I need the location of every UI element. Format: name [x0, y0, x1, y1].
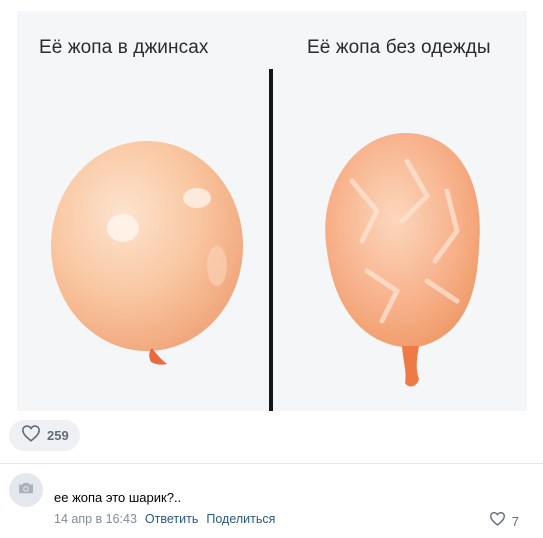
caption-right: Её жопа без одежды: [307, 37, 491, 58]
comments-divider: [0, 463, 543, 464]
crumpled-balloon: [325, 132, 480, 387]
comment-text: ее жопа это шарик?..: [54, 490, 182, 505]
comment-meta: 14 апр в 16:43 Ответить Поделиться: [54, 512, 275, 526]
image-divider: [269, 69, 273, 411]
camera-icon: [17, 481, 35, 500]
share-link[interactable]: Поделиться: [206, 512, 275, 526]
heart-outline-icon: [21, 424, 41, 447]
heart-outline-icon: [489, 511, 506, 531]
comment-like-count: 7: [511, 513, 519, 529]
reply-link[interactable]: Ответить: [145, 512, 198, 526]
comment-date[interactable]: 14 апр в 16:43: [54, 512, 137, 526]
post-image[interactable]: Её жопа в джинсах Её жопа без одежды: [17, 11, 527, 411]
post-like-button[interactable]: 259: [9, 420, 80, 451]
caption-left: Её жопа в джинсах: [39, 37, 209, 58]
glossy-balloon: [51, 141, 243, 365]
post-like-count: 259: [47, 428, 69, 443]
avatar[interactable]: [9, 473, 43, 507]
comment-like-button[interactable]: 7: [489, 511, 519, 531]
